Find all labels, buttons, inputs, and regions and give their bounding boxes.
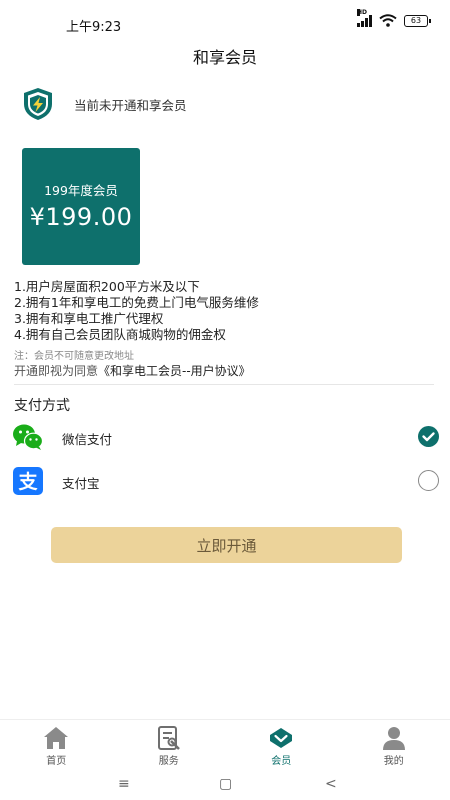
nav-item-profile[interactable]: 我的 (338, 720, 450, 769)
payment-label-wechat: 微信支付 (62, 432, 113, 447)
plan-card[interactable]: 199年度会员 ¥199.00 (22, 148, 140, 265)
open-membership-button[interactable]: 立即开通 (51, 527, 402, 563)
status-bar: 上午9:23 HD 63 (0, 0, 450, 44)
status-time: 上午9:23 (66, 20, 122, 35)
radio-alipay[interactable] (418, 470, 439, 491)
system-nav-bar: ≡ ▢ < (0, 770, 450, 800)
status-icons: HD 63 (357, 8, 431, 27)
benefits-list: 1.用户房屋面积200平方米及以下 2.拥有1年和享电工的免费上门电气服务维修 … (14, 279, 434, 343)
alipay-icon: 支 (13, 467, 43, 495)
nav-label-member: 会员 (271, 756, 292, 767)
member-status-text: 当前未开通和享会员 (74, 97, 187, 113)
plan-price: ¥199.00 (29, 203, 133, 231)
member-icon (270, 728, 293, 748)
nav-item-home[interactable]: 首页 (0, 720, 113, 769)
payment-label-alipay: 支付宝 (62, 476, 100, 491)
back-icon[interactable]: < (325, 776, 337, 792)
service-icon (157, 726, 180, 750)
battery-icon: 63 (404, 14, 431, 27)
wifi-icon (379, 14, 397, 27)
plan-name: 199年度会员 (44, 183, 118, 198)
divider (14, 384, 434, 385)
address-note: 注：会员不可随意更改地址 (14, 351, 134, 362)
member-status: 当前未开通和享会员 (20, 86, 187, 122)
agreement-prefix: 开通即视为同意 (14, 364, 99, 378)
nav-label-profile: 我的 (383, 756, 404, 767)
radio-wechat-selected[interactable] (418, 426, 439, 447)
benefit-item: 1.用户房屋面积200平方米及以下 (14, 279, 200, 294)
bottom-nav: 首页 服务 会员 我的 (0, 719, 450, 769)
home-icon (44, 727, 69, 749)
svg-text:支: 支 (17, 471, 38, 493)
benefit-item: 2.拥有1年和享电工的免费上门电气服务维修 (14, 295, 259, 310)
wechat-pay-icon (13, 424, 44, 450)
menu-icon[interactable]: ≡ (118, 776, 130, 792)
check-icon (422, 432, 435, 442)
shield-lightning-icon (24, 88, 52, 120)
nav-label-service: 服务 (158, 756, 179, 767)
agreement-link[interactable]: 《和享电工会员--用户协议》 (98, 364, 251, 378)
membership-page: 上午9:23 HD 63 和享会员 当前未开通和享会员 199年度会员 ¥199… (0, 0, 450, 800)
agreement-text: 开通即视为同意《和享电工会员--用户协议》 (14, 362, 251, 379)
nav-item-member[interactable]: 会员 (225, 720, 338, 769)
signal-icon: HD (357, 8, 372, 27)
network-badge: HD (357, 8, 368, 16)
nav-item-service[interactable]: 服务 (113, 720, 226, 769)
payment-option-wechat[interactable]: 微信支付 (0, 418, 450, 458)
payment-option-alipay[interactable]: 支 支付宝 (0, 462, 450, 502)
benefit-item: 3.拥有和享电工推广代理权 (14, 311, 164, 326)
payment-title: 支付方式 (14, 398, 70, 414)
nav-label-home: 首页 (46, 756, 67, 767)
benefit-item: 4.拥有自己会员团队商城购物的佣金权 (14, 327, 226, 342)
profile-icon (382, 727, 405, 750)
home-square-icon[interactable]: ▢ (219, 776, 232, 792)
page-title: 和享会员 (192, 48, 257, 67)
